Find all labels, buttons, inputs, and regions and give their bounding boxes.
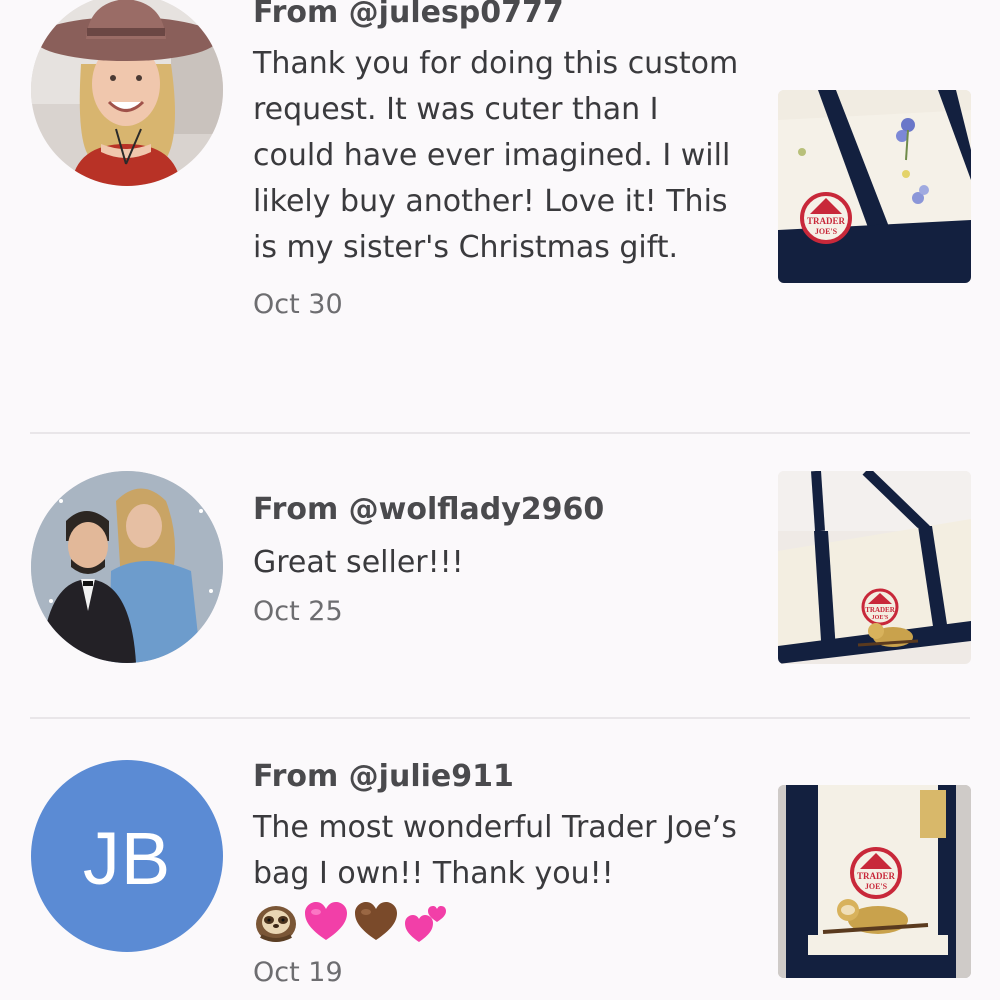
reviewer-handle[interactable]: From @julie911 [253,757,743,797]
person-photo-icon [31,0,223,186]
tote-bag-photo-icon: TRADER JOE'S [778,471,971,664]
review-date: Oct 30 [253,289,343,320]
divider [30,717,970,719]
two-hearts-icon [405,906,446,942]
avatar-initials: JB [82,816,172,900]
brown-heart-icon [355,902,397,940]
review-photo[interactable]: TRADER JOE'S [778,90,971,283]
review-text: Great seller!!! [253,545,464,580]
divider [30,432,970,434]
svg-text:TRADER: TRADER [865,606,896,614]
couple-photo-icon [31,471,223,663]
reviewer-avatar[interactable] [31,471,223,663]
tote-logo-text: TRADER [807,216,846,226]
tote-bag-photo-icon: TRADER JOE'S [778,90,971,283]
reviewer-handle[interactable]: From @julesp0777 [253,0,743,33]
svg-text:JOE'S: JOE'S [865,882,888,891]
review-text: Thank you for doing this custom request.… [253,46,739,265]
tote-bag-photo-icon: TRADER JOE'S [778,785,971,978]
svg-text:JOE'S: JOE'S [815,227,838,236]
svg-text:TRADER: TRADER [857,871,896,881]
reviewer-handle[interactable]: From @wolflady2960 [253,490,743,530]
reviewer-avatar[interactable]: JB [31,760,223,952]
review-date: Oct 25 [253,596,343,627]
review-photo[interactable]: TRADER JOE'S [778,471,971,664]
review-date: Oct 19 [253,957,343,988]
svg-text:JOE'S: JOE'S [872,615,889,621]
review-photo[interactable]: TRADER JOE'S [778,785,971,978]
reviewer-avatar[interactable] [31,0,223,186]
pink-heart-icon [305,902,347,940]
reviews-page: From @julesp0777 Thank you for doing thi… [0,0,1000,1000]
emoji-row [253,899,743,945]
sloth-icon [256,906,296,942]
review-text: The most wonderful Trader Joe’s bag I ow… [253,810,737,891]
